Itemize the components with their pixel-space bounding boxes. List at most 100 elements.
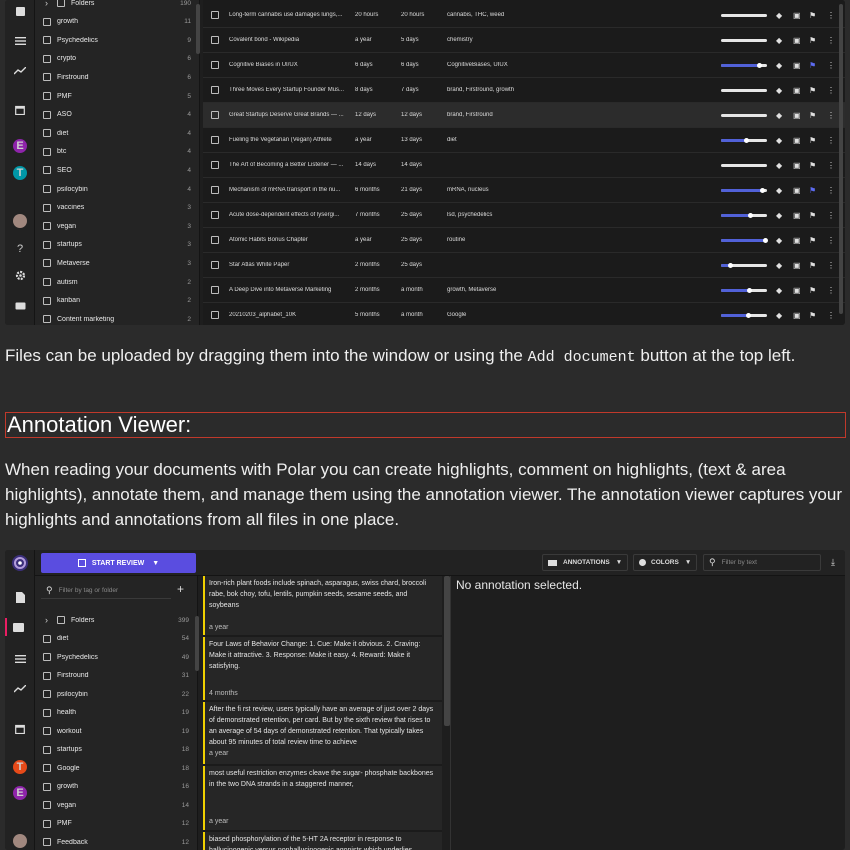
tag-checkbox[interactable] xyxy=(43,147,51,156)
tag-checkbox[interactable] xyxy=(43,73,51,82)
tag-row[interactable]: ASO 4 xyxy=(35,106,199,124)
document-row[interactable]: A Deep Dive into Metaverse Marketing 2 mo… xyxy=(203,278,845,303)
tag-checkbox[interactable] xyxy=(43,296,51,305)
row-checkbox[interactable] xyxy=(211,136,219,144)
stats-icon[interactable] xyxy=(11,680,29,698)
tag-icon[interactable]: ◆ xyxy=(776,261,782,270)
annotations-dropdown[interactable]: ANNOTATIONS ▼ xyxy=(542,554,629,571)
flag-icon[interactable]: ⚑ xyxy=(809,286,816,295)
polar-logo-icon[interactable] xyxy=(11,554,29,572)
more-icon[interactable]: ⋮ xyxy=(827,86,835,95)
tag-checkbox[interactable] xyxy=(43,315,51,324)
annotation-card[interactable]: biased phosphorylation of the 5-HT 2A re… xyxy=(203,832,442,850)
tag-row[interactable]: diet 4 xyxy=(35,124,199,142)
flag-icon[interactable]: ⚑ xyxy=(809,11,816,20)
archive-icon[interactable]: ▣ xyxy=(793,311,801,320)
tag-checkbox[interactable] xyxy=(43,92,51,100)
tag-checkbox[interactable] xyxy=(43,222,51,231)
calendar-icon[interactable] xyxy=(11,101,29,119)
row-checkbox[interactable] xyxy=(211,161,219,169)
tag-checkbox[interactable] xyxy=(57,616,65,624)
tag-icon[interactable]: ◆ xyxy=(776,86,782,95)
document-row[interactable]: Mechanism of mRNA transport in the nu...… xyxy=(203,178,845,203)
tag-folders-row[interactable]: › Folders 399 xyxy=(35,611,197,629)
document-table-scrollbar[interactable] xyxy=(839,4,843,314)
document-row[interactable]: Three Moves Every Startup Founder Mus...… xyxy=(203,78,845,103)
tag-row[interactable]: SEO 4 xyxy=(35,161,199,179)
tag-checkbox[interactable] xyxy=(43,634,51,643)
archive-icon[interactable]: ▣ xyxy=(793,261,801,270)
tag-checkbox[interactable] xyxy=(43,671,51,680)
tag-checkbox[interactable] xyxy=(43,203,51,212)
tag-checkbox[interactable] xyxy=(43,801,51,809)
tag-row[interactable]: workout 19 xyxy=(35,722,197,740)
tag-row[interactable]: vegan 14 xyxy=(35,796,197,814)
tag-checkbox[interactable] xyxy=(43,838,51,846)
tag-icon[interactable]: ◆ xyxy=(776,161,782,170)
tag-checkbox[interactable] xyxy=(43,653,51,661)
annotation-card[interactable]: Iron-rich plant foods include spinach, a… xyxy=(203,576,442,635)
row-checkbox[interactable] xyxy=(211,36,219,44)
avatar[interactable]: E xyxy=(13,139,27,153)
tag-folders-row[interactable]: › Folders 190 xyxy=(35,0,199,12)
tag-row[interactable]: Metaverse 3 xyxy=(35,254,199,272)
more-icon[interactable]: ⋮ xyxy=(827,111,835,120)
tag-checkbox[interactable] xyxy=(43,278,51,286)
user-avatar[interactable] xyxy=(13,834,27,848)
tag-icon[interactable]: ◆ xyxy=(776,36,782,45)
settings-icon[interactable] xyxy=(11,266,29,284)
tag-icon[interactable]: ◆ xyxy=(776,311,782,320)
document-row[interactable]: Covalent bond - Wikipedia a year 5 days che… xyxy=(203,28,845,53)
tag-row[interactable]: PMF 12 xyxy=(35,815,197,833)
document-row[interactable]: Atomic Habits Bonus Chapter a year 25 days… xyxy=(203,228,845,253)
annotations-nav-icon[interactable] xyxy=(5,618,29,636)
menu-icon[interactable] xyxy=(11,650,29,668)
tag-checkbox[interactable] xyxy=(43,745,51,754)
annotation-card[interactable]: After the fi rst review, users typically… xyxy=(203,702,442,764)
avatar[interactable]: T xyxy=(13,760,27,774)
tag-row[interactable]: autism 2 xyxy=(35,273,199,291)
tag-row[interactable]: startups 3 xyxy=(35,236,199,254)
download-icon[interactable]: ⤓ xyxy=(825,554,841,571)
tag-row[interactable]: Firstround 31 xyxy=(35,667,197,685)
chat-icon[interactable] xyxy=(11,298,29,316)
more-icon[interactable]: ⋮ xyxy=(827,61,835,70)
tag-icon[interactable]: ◆ xyxy=(776,236,782,245)
tag-checkbox[interactable] xyxy=(43,819,51,828)
document-row[interactable]: Acute dose-dependent effects of lysergi.… xyxy=(203,203,845,228)
chevron-right-icon[interactable]: › xyxy=(45,0,48,8)
tag-row[interactable]: Content marketing 2 xyxy=(35,310,199,325)
row-checkbox[interactable] xyxy=(211,261,219,269)
flag-icon[interactable]: ⚑ xyxy=(809,111,816,120)
tag-row[interactable]: Psychedelics 49 xyxy=(35,648,197,666)
flag-icon[interactable]: ⚑ xyxy=(809,186,816,195)
help-icon[interactable]: ? xyxy=(11,240,29,258)
archive-icon[interactable]: ▣ xyxy=(793,236,801,245)
more-icon[interactable]: ⋮ xyxy=(827,161,835,170)
more-icon[interactable]: ⋮ xyxy=(827,261,835,270)
add-document-icon[interactable] xyxy=(11,2,29,20)
tag-checkbox[interactable] xyxy=(43,690,51,698)
document-row[interactable]: Long-term cannabis use damages lungs,...… xyxy=(203,3,845,28)
tag-icon[interactable]: ◆ xyxy=(776,136,782,145)
tag-row[interactable]: Feedback 12 xyxy=(35,833,197,850)
tag-checkbox[interactable] xyxy=(43,782,51,791)
avatar[interactable]: E xyxy=(13,786,27,800)
text-filter-input[interactable]: ⚲ Filter by text xyxy=(703,554,821,571)
tag-checkbox[interactable] xyxy=(43,17,51,26)
document-row[interactable]: Star Atlas White Paper 2 months 25 days ◆ ▣ ⚑… xyxy=(203,253,845,278)
flag-icon[interactable]: ⚑ xyxy=(809,136,816,145)
document-row[interactable]: Fueling the Vegetarian (Vegan) Athlete a … xyxy=(203,128,845,153)
tag-row[interactable]: Firstround 6 xyxy=(35,68,199,86)
tag-checkbox[interactable] xyxy=(43,708,51,717)
row-checkbox[interactable] xyxy=(211,236,219,244)
tag-filter-input[interactable]: ⚲ Filter by tag or folder xyxy=(41,582,171,599)
flag-icon[interactable]: ⚑ xyxy=(809,61,816,70)
archive-icon[interactable]: ▣ xyxy=(793,136,801,145)
calendar-icon[interactable] xyxy=(11,720,29,738)
tag-row[interactable]: vaccines 3 xyxy=(35,199,199,217)
tag-checkbox[interactable] xyxy=(43,185,51,193)
flag-icon[interactable]: ⚑ xyxy=(809,36,816,45)
flag-icon[interactable]: ⚑ xyxy=(809,86,816,95)
tag-row[interactable]: psilocybin 22 xyxy=(35,685,197,703)
